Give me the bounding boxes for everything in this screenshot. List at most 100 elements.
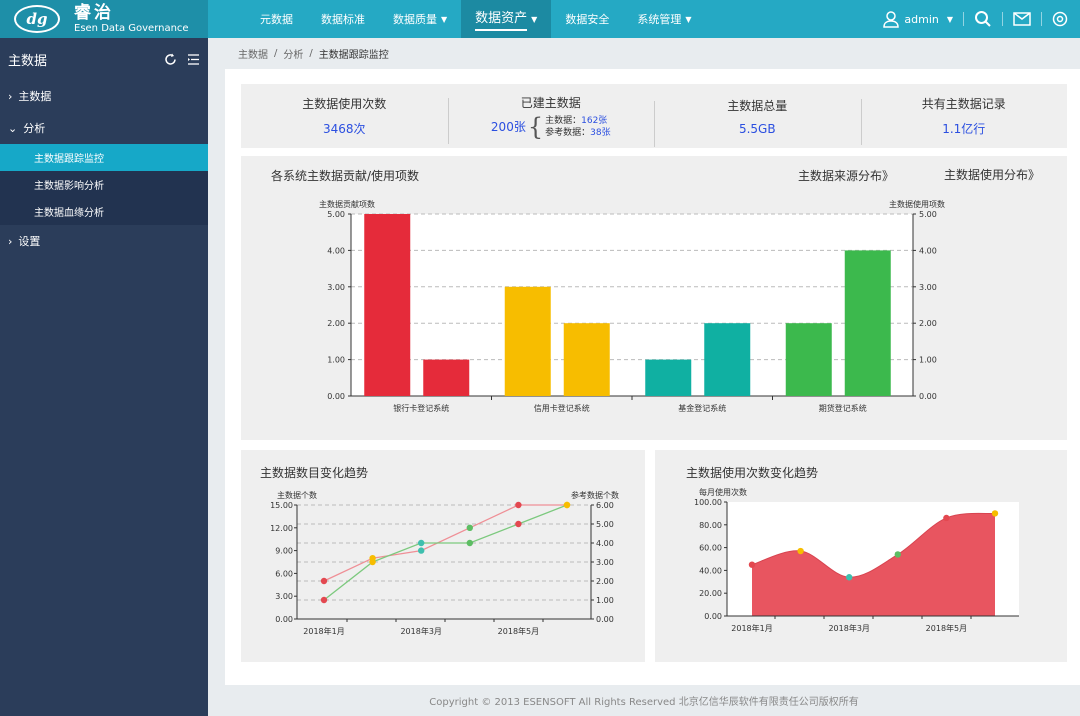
top-bar: dg 睿治 Esen Data Governance 元数据 数据标准 数据质量… (0, 0, 1080, 38)
caret-down-icon: ▼ (441, 14, 448, 24)
chevron-right-icon: › (8, 234, 13, 248)
y2-tick-label: 4.00 (596, 539, 614, 548)
data-point (943, 514, 950, 522)
data-point (894, 551, 901, 558)
stat-total-volume: 主数据总量 5.5GB (654, 97, 861, 147)
data-point (320, 577, 328, 585)
x-tick-label: 银行卡登记系统 (393, 403, 449, 413)
data-point (369, 558, 376, 566)
bar-chart-panel: 各系统主数据贡献/使用项数 主数据来源分布》 主数据使用分布》 0.00 0.00… (241, 156, 1067, 440)
breadcrumb-item[interactable]: 主数据 (238, 46, 268, 61)
y2-tick-label: 3.00 (596, 558, 614, 567)
y2-tick-label: 1.00 (596, 596, 614, 605)
y-tick-label: 40.00 (699, 566, 722, 575)
data-point (563, 501, 571, 509)
sidebar-item-master-data[interactable]: › 主数据 (0, 80, 208, 112)
y-axis-label: 主数据个数 (277, 490, 317, 500)
bar (645, 359, 692, 396)
nav-item-system-admin[interactable]: 系统管理 ▼ (623, 0, 705, 38)
app-logo[interactable]: dg 睿治 Esen Data Governance (0, 0, 208, 38)
sidebar-item-analysis[interactable]: ⌄ 分析 (0, 112, 208, 144)
y-tick-label: 80.00 (699, 521, 722, 530)
sidebar-item-lineage-analysis[interactable]: 主数据血缘分析 (0, 198, 208, 225)
x-tick-label: 2018年1月 (303, 626, 344, 636)
data-point (466, 524, 473, 531)
y-tick-label: 1.00 (327, 356, 345, 365)
data-point (466, 539, 473, 547)
data-point (797, 547, 804, 555)
app-name-en: Esen Data Governance (74, 22, 189, 34)
y-tick-label: 100.00 (694, 498, 722, 507)
breadcrumb: 主数据 / 分析 / 主数据跟踪监控 (238, 46, 389, 61)
y2-tick-label: 1.00 (919, 356, 937, 365)
data-point (320, 596, 328, 604)
x-tick-label: 2018年5月 (926, 623, 967, 633)
y-tick-label: 15.00 (270, 501, 293, 510)
sidebar-item-impact-analysis[interactable]: 主数据影响分析 (0, 171, 208, 198)
brace-icon: { (527, 112, 544, 141)
data-point (748, 561, 756, 568)
x-tick-label: 2018年3月 (400, 626, 441, 636)
content-area: 主数据使用次数 3468次 已建主数据 200张 { 主数据：162张 参考数据… (225, 69, 1080, 685)
data-point (515, 501, 522, 509)
search-icon[interactable] (974, 10, 992, 28)
chevron-right-icon: › (8, 89, 13, 103)
list-collapse-icon[interactable] (187, 53, 200, 66)
sidebar-item-tracking-monitor[interactable]: 主数据跟踪监控 (0, 144, 208, 171)
y-tick-label: 5.00 (327, 210, 345, 219)
bar (504, 286, 551, 396)
nav-item-metadata[interactable]: 元数据 (246, 0, 307, 38)
y2-tick-label: 0.00 (596, 615, 614, 624)
main-area: 主数据 / 分析 / 主数据跟踪监控 主数据使用次数 3468次 已建主数据 2… (208, 38, 1080, 716)
y2-tick-label: 2.00 (596, 577, 614, 586)
stat-built-master-data: 已建主数据 200张 { 主数据：162张 参考数据：38张 (447, 94, 655, 144)
sidebar-title: 主数据 (8, 53, 48, 69)
trend-chart-panel: 主数据数目变化趋势 0.00 3.00 6.00 9.00 12.00 15.00 0.00… (241, 450, 645, 662)
bar (704, 323, 751, 396)
x-tick-label: 2018年1月 (731, 623, 772, 633)
caret-down-icon: ▼ (946, 14, 953, 24)
footer: Copyright © 2013 ESENSOFT All Rights Res… (429, 697, 859, 708)
bar (785, 323, 832, 396)
chevron-down-icon: ⌄ (8, 121, 18, 135)
at-icon[interactable] (1052, 11, 1068, 27)
y-tick-label: 3.00 (327, 283, 345, 292)
y-tick-label: 12.00 (270, 524, 293, 533)
data-point (991, 510, 999, 517)
x-tick-label: 信用卡登记系统 (534, 403, 590, 413)
bar (364, 214, 411, 396)
y-tick-label: 4.00 (327, 246, 345, 255)
caret-down-icon: ▼ (685, 14, 692, 24)
x-tick-label: 期货登记系统 (819, 403, 867, 413)
data-point (515, 520, 522, 528)
data-point (846, 574, 853, 581)
line-chart: 0.00 3.00 6.00 9.00 12.00 15.00 0.00 1.00 2.00 3.… (270, 490, 619, 636)
y2-tick-label: 6.00 (596, 501, 614, 510)
usage-chart-panel: 主数据使用次数变化趋势 0.00 20.00 40.00 60.00 80.00 100.… (655, 450, 1067, 662)
refresh-icon[interactable] (164, 53, 177, 66)
y-tick-label: 0.00 (327, 392, 345, 401)
caret-down-icon: ▼ (531, 14, 538, 24)
data-point (418, 547, 425, 554)
breadcrumb-item[interactable]: 分析 (283, 46, 303, 61)
y-tick-label: 60.00 (699, 544, 722, 553)
nav-item-data-quality[interactable]: 数据质量 ▼ (379, 0, 461, 38)
y-axis-label: 每月使用次数 (699, 487, 747, 497)
nav-item-data-assets[interactable]: 数据资产 ▼ (461, 0, 552, 38)
x-tick-label: 2018年3月 (828, 623, 869, 633)
nav-item-data-standard[interactable]: 数据标准 (307, 0, 379, 38)
user-menu[interactable]: admin ▼ (882, 10, 953, 28)
y-tick-label: 9.00 (275, 547, 293, 556)
y2-tick-label: 5.00 (919, 210, 937, 219)
sidebar-item-settings[interactable]: › 设置 (0, 225, 208, 257)
logo-mark: dg (14, 5, 60, 33)
bar (844, 250, 891, 396)
y-tick-label: 6.00 (275, 569, 293, 578)
y-tick-label: 3.00 (275, 592, 293, 601)
mail-icon[interactable] (1013, 12, 1031, 26)
user-icon (883, 11, 900, 28)
stat-record-count: 共有主数据记录 1.1亿行 (860, 95, 1068, 145)
bar-chart: 0.00 0.00 1.00 1.00 2.00 2.00 3.00 3.00 4.00 4.00… (319, 199, 945, 413)
nav-item-data-security[interactable]: 数据安全 (551, 0, 623, 38)
stats-panel: 主数据使用次数 3468次 已建主数据 200张 { 主数据：162张 参考数据… (241, 84, 1067, 148)
